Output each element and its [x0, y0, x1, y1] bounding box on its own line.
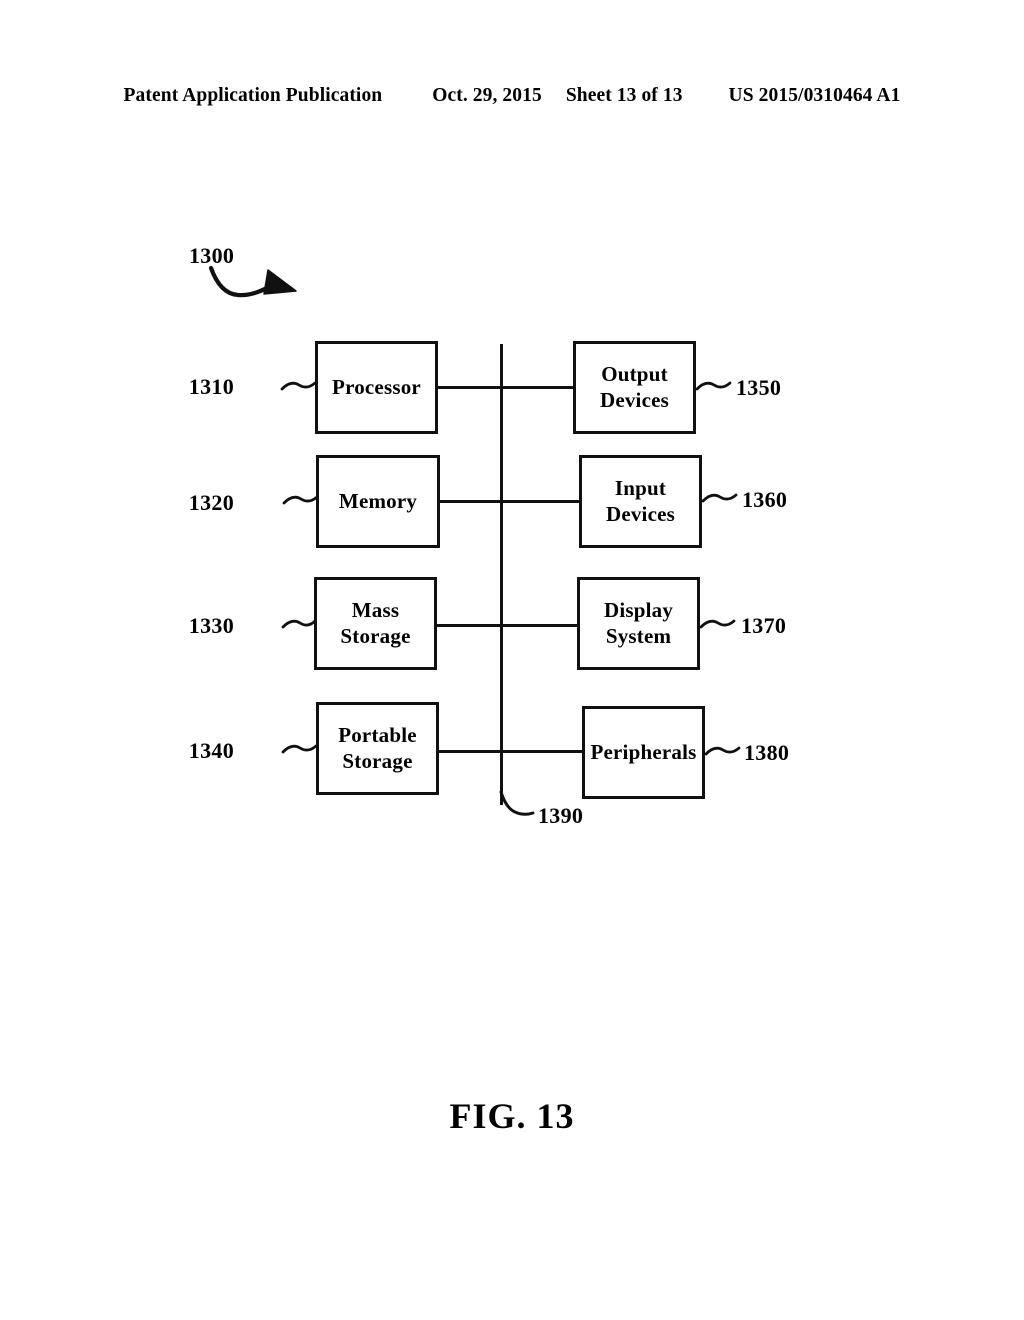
- leader-1310-icon: [280, 381, 317, 391]
- ref-numeral-1330: 1330: [188, 613, 234, 638]
- leader-1360-icon: [701, 493, 738, 503]
- node-memory[interactable]: Memory: [316, 455, 440, 548]
- wire-bus-to-display-system: [501, 624, 579, 627]
- node-display-system-label: Display System: [603, 597, 674, 648]
- node-peripherals[interactable]: Peripherals: [582, 706, 705, 799]
- node-processor[interactable]: Processor: [315, 341, 438, 434]
- system-bus-line: [500, 344, 503, 805]
- ref-numeral-1350: 1350: [736, 375, 782, 400]
- ref-numeral-1320: 1320: [188, 490, 234, 515]
- node-input-devices-label: Input Devices: [605, 475, 676, 526]
- node-input-devices[interactable]: Input Devices: [579, 455, 702, 548]
- ref-numeral-1360: 1360: [742, 487, 788, 512]
- leader-1320-icon: [282, 495, 319, 505]
- node-portable-storage[interactable]: Portable Storage: [316, 702, 439, 795]
- node-mass-storage[interactable]: Mass Storage: [314, 577, 437, 670]
- leader-1340-icon: [281, 744, 318, 754]
- wire-bus-to-peripherals: [501, 750, 584, 753]
- node-memory-label: Memory: [338, 488, 418, 513]
- leader-1390-icon: [499, 790, 535, 816]
- wire-processor-to-bus: [437, 386, 503, 389]
- node-output-devices[interactable]: Output Devices: [573, 341, 696, 434]
- leader-1380-icon: [704, 746, 741, 756]
- wire-mass-storage-to-bus: [436, 624, 503, 627]
- ref-numeral-1390: 1390: [538, 803, 584, 828]
- node-output-devices-label: Output Devices: [599, 361, 670, 412]
- node-processor-label: Processor: [332, 374, 421, 399]
- node-portable-storage-label: Portable Storage: [338, 722, 417, 773]
- leader-1330-icon: [281, 619, 317, 629]
- wire-memory-to-bus: [439, 500, 503, 503]
- node-display-system[interactable]: Display System: [577, 577, 700, 670]
- ref-numeral-1380: 1380: [744, 740, 790, 765]
- ref-numeral-1340: 1340: [188, 738, 234, 763]
- ref-numeral-1310: 1310: [188, 374, 234, 399]
- node-peripherals-label: Peripherals: [590, 739, 697, 764]
- leader-1350-icon: [695, 381, 732, 391]
- ref-numeral-1300: 1300: [189, 243, 235, 268]
- figure-caption: FIG. 13: [449, 1096, 575, 1136]
- wire-bus-to-input-devices: [501, 500, 581, 503]
- wire-bus-to-output-devices: [501, 386, 575, 389]
- leader-1370-icon: [699, 619, 736, 629]
- node-mass-storage-label: Mass Storage: [340, 597, 411, 648]
- ref-numeral-1370: 1370: [741, 613, 787, 638]
- wire-portable-storage-to-bus: [437, 750, 503, 753]
- system-ref-arrow-icon: [208, 265, 297, 298]
